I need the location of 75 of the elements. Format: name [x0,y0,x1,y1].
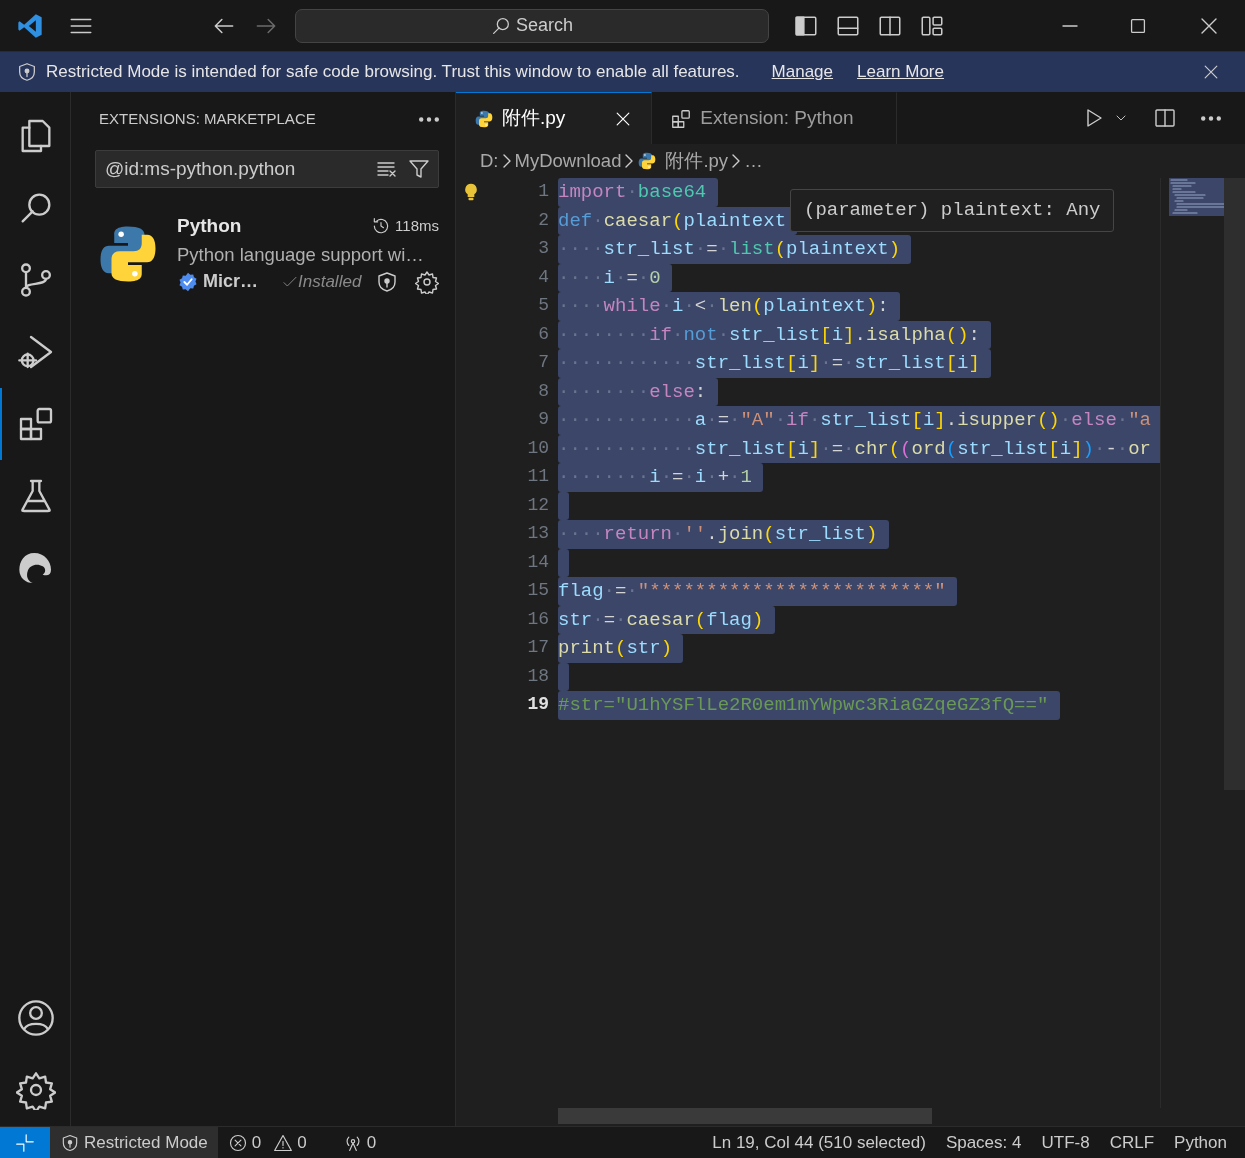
blocks-icon [670,107,693,130]
line-number: 19 [526,693,549,716]
problems-status[interactable]: 0 0 [217,1127,317,1158]
line-number: 15 [526,579,549,602]
settings-icon [415,269,439,294]
more-actions-button[interactable] [1201,115,1221,121]
installed-status: Installed [298,271,362,293]
extension-description: Python language support wi… [177,242,425,267]
breadcrumb-item[interactable]: … [744,147,763,175]
manage-extension-button[interactable] [415,269,439,294]
command-center-search[interactable]: Search [294,8,769,43]
settings-icon [16,1070,56,1110]
hover-tooltip: (parameter) plaintext: Any [790,189,1115,232]
remote-icon [15,1132,35,1153]
split-icon [1153,106,1177,130]
line-number: 9 [537,408,549,431]
line-number: 13 [526,522,549,545]
breadcrumb-item[interactable]: D: [480,147,499,175]
line-number: 1 [537,180,549,203]
banner-link[interactable]: Manage [771,59,834,85]
line-number: 6 [537,322,549,346]
minimize-icon [1061,23,1079,28]
line-number: 16 [526,607,549,631]
editor-tab[interactable]: Extension: Python [652,92,897,144]
status-item[interactable]: Ln 19, Col 44 (510 selected) [702,1127,936,1158]
status-item[interactable]: Spaces: 4 [935,1127,1032,1158]
ports-status[interactable]: 0 [332,1127,387,1158]
filter-button[interactable] [407,157,431,181]
banner-link[interactable]: Learn More [857,59,944,85]
shield-icon [60,1132,80,1153]
more-actions-button[interactable] [419,116,439,122]
status-item[interactable]: UTF-8 [1031,1127,1100,1158]
line-number: 12 [526,493,549,517]
python-file-icon [474,108,494,129]
restricted-mode-button[interactable] [375,269,399,294]
line-number: 18 [526,664,549,688]
line-number: 11 [526,465,549,488]
line-number: 4 [537,265,549,289]
chevron-icon [502,154,511,168]
more-icon [419,116,439,122]
line-number: 3 [537,237,549,260]
chevron-icon [732,154,741,168]
filter-icon [407,157,431,181]
account-icon [16,998,56,1038]
line-number: 17 [526,636,549,659]
error-icon [227,1132,248,1153]
line-number: 7 [537,351,549,374]
activation-time: 118ms [395,216,439,236]
scrollbar-thumb[interactable] [1224,178,1245,790]
line-number: 2 [537,208,549,232]
chevron-icon [625,154,634,168]
shield-icon [16,61,38,83]
verified-badge-icon [177,270,199,293]
breadcrumb-item[interactable]: 附件.py [665,147,729,175]
split-editor-button[interactable] [1153,106,1177,130]
editor-tab[interactable]: 附件.py [456,92,653,144]
scrollbar-thumb[interactable] [558,1108,932,1124]
line-number: 8 [537,379,549,403]
restricted-mode-status[interactable]: Restricted Mode [50,1127,218,1158]
status-item[interactable]: CRLF [1099,1127,1165,1158]
line-number: 5 [537,294,549,317]
line-number: 14 [526,550,549,574]
sidebar-title: EXTENSIONS: MARKETPLACE [98,108,316,129]
extension-search-field[interactable]: @id:ms-python.python [95,150,439,188]
warning-icon [273,1132,294,1153]
minimap-drawing [1169,178,1225,216]
extension-name: Python [177,214,242,238]
python-file-icon [637,151,658,171]
breadcrumb-item[interactable]: MyDownload [514,147,622,175]
publisher-name: Micr… [203,270,258,294]
shield-icon [375,269,399,294]
banner-message: Restricted Mode is intended for safe code browsing. Trust this window to enable all features. [46,61,740,84]
line-number: 10 [526,436,549,460]
more-icon [1201,115,1221,121]
status-item[interactable]: Python [1164,1127,1237,1158]
